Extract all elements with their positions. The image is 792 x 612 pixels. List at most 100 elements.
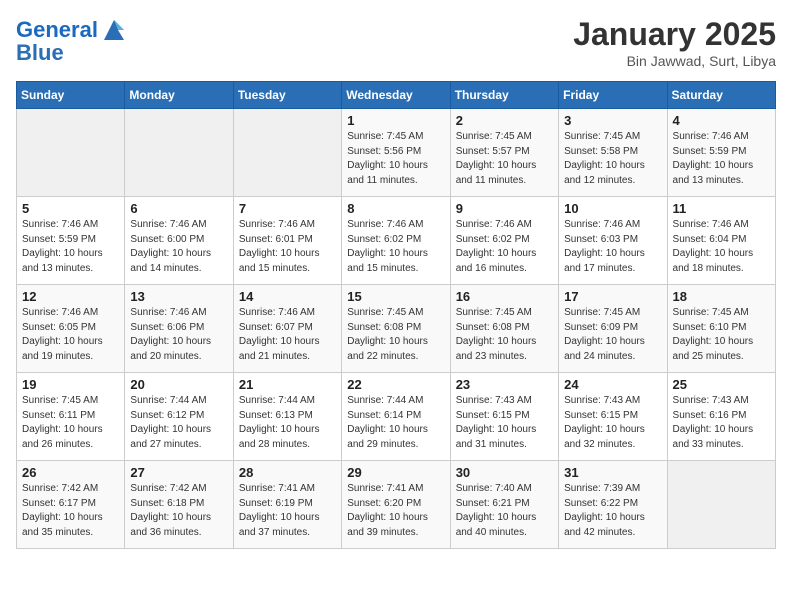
day-number: 27 xyxy=(130,465,227,480)
day-info: Sunrise: 7:46 AM Sunset: 6:05 PM Dayligh… xyxy=(22,306,119,364)
calendar-cell: 20 Sunrise: 7:44 AM Sunset: 6:12 PM Dayli… xyxy=(125,373,233,461)
day-number: 18 xyxy=(673,289,770,304)
day-number: 17 xyxy=(564,289,661,304)
calendar-week-2: 5 Sunrise: 7:46 AM Sunset: 5:59 PM Daylig… xyxy=(17,197,776,285)
day-info: Sunrise: 7:45 AM Sunset: 6:08 PM Dayligh… xyxy=(456,306,553,364)
calendar-cell: 21 Sunrise: 7:44 AM Sunset: 6:13 PM Dayli… xyxy=(233,373,341,461)
day-number: 11 xyxy=(673,201,770,216)
weekday-header-row: SundayMondayTuesdayWednesdayThursdayFrid… xyxy=(17,82,776,109)
day-number: 12 xyxy=(22,289,119,304)
calendar-week-3: 12 Sunrise: 7:46 AM Sunset: 6:05 PM Dayli… xyxy=(17,285,776,373)
day-info: Sunrise: 7:44 AM Sunset: 6:12 PM Dayligh… xyxy=(130,394,227,452)
day-info: Sunrise: 7:46 AM Sunset: 6:07 PM Dayligh… xyxy=(239,306,336,364)
page-header: General Blue January 2025 Bin Jawwad, Su… xyxy=(16,16,776,69)
calendar-cell: 9Sunrise: 7:46 AM Sunset: 6:02 PM Daylig… xyxy=(450,197,558,285)
calendar-cell: 10 Sunrise: 7:46 AM Sunset: 6:03 PM Dayli… xyxy=(559,197,667,285)
calendar-cell: 14Sunrise: 7:46 AM Sunset: 6:07 PM Dayli… xyxy=(233,285,341,373)
calendar-cell: 12 Sunrise: 7:46 AM Sunset: 6:05 PM Dayli… xyxy=(17,285,125,373)
day-number: 20 xyxy=(130,377,227,392)
calendar-cell: 3 Sunrise: 7:45 AM Sunset: 5:58 PM Daylig… xyxy=(559,109,667,197)
logo-text: General xyxy=(16,18,98,42)
day-info: Sunrise: 7:42 AM Sunset: 6:17 PM Dayligh… xyxy=(22,482,119,540)
weekday-header-sunday: Sunday xyxy=(17,82,125,109)
calendar-cell: 11 Sunrise: 7:46 AM Sunset: 6:04 PM Dayli… xyxy=(667,197,775,285)
calendar-week-5: 26Sunrise: 7:42 AM Sunset: 6:17 PM Dayli… xyxy=(17,461,776,549)
calendar-week-1: 1Sunrise: 7:45 AM Sunset: 5:56 PM Daylig… xyxy=(17,109,776,197)
day-number: 2 xyxy=(456,113,553,128)
day-number: 24 xyxy=(564,377,661,392)
calendar-cell: 23 Sunrise: 7:43 AM Sunset: 6:15 PM Dayli… xyxy=(450,373,558,461)
day-info: Sunrise: 7:46 AM Sunset: 6:02 PM Dayligh… xyxy=(347,218,444,276)
day-number: 28 xyxy=(239,465,336,480)
calendar-cell: 6 Sunrise: 7:46 AM Sunset: 6:00 PM Daylig… xyxy=(125,197,233,285)
calendar-cell: 25 Sunrise: 7:43 AM Sunset: 6:16 PM Dayli… xyxy=(667,373,775,461)
day-info: Sunrise: 7:39 AM Sunset: 6:22 PM Dayligh… xyxy=(564,482,661,540)
calendar-cell: 15 Sunrise: 7:45 AM Sunset: 6:08 PM Dayli… xyxy=(342,285,450,373)
calendar-cell: 8Sunrise: 7:46 AM Sunset: 6:02 PM Daylig… xyxy=(342,197,450,285)
day-info: Sunrise: 7:41 AM Sunset: 6:20 PM Dayligh… xyxy=(347,482,444,540)
day-info: Sunrise: 7:45 AM Sunset: 5:57 PM Dayligh… xyxy=(456,130,553,188)
day-number: 21 xyxy=(239,377,336,392)
logo: General Blue xyxy=(16,16,128,66)
day-info: Sunrise: 7:44 AM Sunset: 6:13 PM Dayligh… xyxy=(239,394,336,452)
day-number: 7 xyxy=(239,201,336,216)
calendar-cell: 4Sunrise: 7:46 AM Sunset: 5:59 PM Daylig… xyxy=(667,109,775,197)
day-info: Sunrise: 7:46 AM Sunset: 6:00 PM Dayligh… xyxy=(130,218,227,276)
weekday-header-wednesday: Wednesday xyxy=(342,82,450,109)
calendar-cell: 28Sunrise: 7:41 AM Sunset: 6:19 PM Dayli… xyxy=(233,461,341,549)
day-number: 16 xyxy=(456,289,553,304)
calendar-cell: 31Sunrise: 7:39 AM Sunset: 6:22 PM Dayli… xyxy=(559,461,667,549)
day-number: 23 xyxy=(456,377,553,392)
day-info: Sunrise: 7:44 AM Sunset: 6:14 PM Dayligh… xyxy=(347,394,444,452)
day-info: Sunrise: 7:46 AM Sunset: 6:04 PM Dayligh… xyxy=(673,218,770,276)
calendar-cell: 2 Sunrise: 7:45 AM Sunset: 5:57 PM Daylig… xyxy=(450,109,558,197)
day-number: 22 xyxy=(347,377,444,392)
day-number: 19 xyxy=(22,377,119,392)
calendar-cell: 13 Sunrise: 7:46 AM Sunset: 6:06 PM Dayli… xyxy=(125,285,233,373)
month-title: January 2025 xyxy=(573,16,776,53)
day-info: Sunrise: 7:43 AM Sunset: 6:15 PM Dayligh… xyxy=(564,394,661,452)
day-info: Sunrise: 7:46 AM Sunset: 6:06 PM Dayligh… xyxy=(130,306,227,364)
day-info: Sunrise: 7:46 AM Sunset: 5:59 PM Dayligh… xyxy=(673,130,770,188)
calendar-cell xyxy=(125,109,233,197)
day-info: Sunrise: 7:43 AM Sunset: 6:16 PM Dayligh… xyxy=(673,394,770,452)
calendar-cell: 5 Sunrise: 7:46 AM Sunset: 5:59 PM Daylig… xyxy=(17,197,125,285)
day-info: Sunrise: 7:42 AM Sunset: 6:18 PM Dayligh… xyxy=(130,482,227,540)
calendar-week-4: 19 Sunrise: 7:45 AM Sunset: 6:11 PM Dayli… xyxy=(17,373,776,461)
calendar-cell xyxy=(233,109,341,197)
day-number: 3 xyxy=(564,113,661,128)
day-number: 6 xyxy=(130,201,227,216)
day-number: 29 xyxy=(347,465,444,480)
day-info: Sunrise: 7:46 AM Sunset: 5:59 PM Dayligh… xyxy=(22,218,119,276)
day-number: 5 xyxy=(22,201,119,216)
calendar-cell: 16 Sunrise: 7:45 AM Sunset: 6:08 PM Dayli… xyxy=(450,285,558,373)
calendar-cell: 7Sunrise: 7:46 AM Sunset: 6:01 PM Daylig… xyxy=(233,197,341,285)
calendar-cell: 19 Sunrise: 7:45 AM Sunset: 6:11 PM Dayli… xyxy=(17,373,125,461)
day-info: Sunrise: 7:46 AM Sunset: 6:03 PM Dayligh… xyxy=(564,218,661,276)
calendar-cell xyxy=(17,109,125,197)
calendar-cell: 30 Sunrise: 7:40 AM Sunset: 6:21 PM Dayli… xyxy=(450,461,558,549)
day-number: 25 xyxy=(673,377,770,392)
day-number: 15 xyxy=(347,289,444,304)
calendar-cell: 24 Sunrise: 7:43 AM Sunset: 6:15 PM Dayli… xyxy=(559,373,667,461)
calendar-cell: 18Sunrise: 7:45 AM Sunset: 6:10 PM Dayli… xyxy=(667,285,775,373)
day-number: 13 xyxy=(130,289,227,304)
day-info: Sunrise: 7:43 AM Sunset: 6:15 PM Dayligh… xyxy=(456,394,553,452)
day-info: Sunrise: 7:40 AM Sunset: 6:21 PM Dayligh… xyxy=(456,482,553,540)
calendar-cell xyxy=(667,461,775,549)
weekday-header-monday: Monday xyxy=(125,82,233,109)
day-number: 10 xyxy=(564,201,661,216)
day-number: 9 xyxy=(456,201,553,216)
calendar-cell: 26Sunrise: 7:42 AM Sunset: 6:17 PM Dayli… xyxy=(17,461,125,549)
calendar-cell: 27 Sunrise: 7:42 AM Sunset: 6:18 PM Dayli… xyxy=(125,461,233,549)
day-info: Sunrise: 7:45 AM Sunset: 6:11 PM Dayligh… xyxy=(22,394,119,452)
day-number: 30 xyxy=(456,465,553,480)
weekday-header-tuesday: Tuesday xyxy=(233,82,341,109)
day-info: Sunrise: 7:45 AM Sunset: 6:08 PM Dayligh… xyxy=(347,306,444,364)
title-block: January 2025 Bin Jawwad, Surt, Libya xyxy=(573,16,776,69)
day-number: 1 xyxy=(347,113,444,128)
day-info: Sunrise: 7:45 AM Sunset: 6:09 PM Dayligh… xyxy=(564,306,661,364)
location: Bin Jawwad, Surt, Libya xyxy=(573,53,776,69)
day-info: Sunrise: 7:45 AM Sunset: 5:58 PM Dayligh… xyxy=(564,130,661,188)
calendar-cell: 17 Sunrise: 7:45 AM Sunset: 6:09 PM Dayli… xyxy=(559,285,667,373)
